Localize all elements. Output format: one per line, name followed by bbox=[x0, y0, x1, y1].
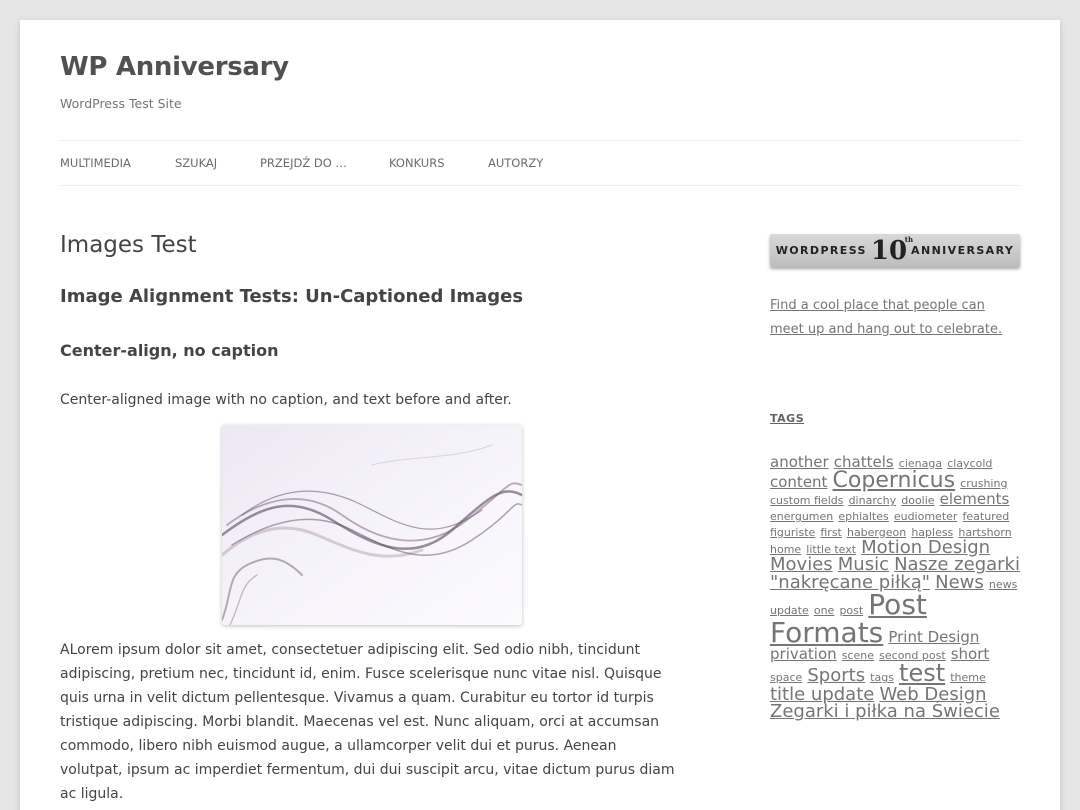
site-title[interactable]: WP Anniversary bbox=[60, 52, 289, 82]
nav-item-przejdz-do[interactable]: Przejdź do … bbox=[260, 156, 347, 170]
tag-link[interactable]: tags bbox=[870, 671, 894, 684]
body-paragraph: ALorem ipsum dolor sit amet, consectetue… bbox=[60, 642, 675, 802]
site-description: WordPress Test Site bbox=[60, 96, 182, 111]
tag-link[interactable]: energumen bbox=[770, 510, 833, 523]
tag-link[interactable]: scene bbox=[842, 649, 874, 662]
tag-link[interactable]: another bbox=[770, 453, 829, 471]
smoke-image bbox=[222, 425, 522, 625]
tag-link[interactable]: custom fields bbox=[770, 494, 843, 507]
post-subheading: Center-align, no caption bbox=[60, 341, 279, 360]
tag-link[interactable]: ephialtes bbox=[838, 510, 888, 523]
tag-link[interactable]: content bbox=[770, 473, 827, 491]
wordpress-anniversary-banner[interactable]: WORDPRESS 10th ANNIVERSARY bbox=[770, 234, 1020, 267]
tag-link[interactable]: dinarchy bbox=[849, 494, 897, 507]
tag-link[interactable]: featured bbox=[963, 510, 1010, 523]
tag-link[interactable]: eudiometer bbox=[894, 510, 958, 523]
tag-link[interactable]: crushing bbox=[960, 477, 1007, 490]
tag-link[interactable]: elements bbox=[940, 490, 1010, 508]
intro-paragraph: Center-aligned image with no caption, an… bbox=[60, 392, 512, 408]
tag-link[interactable]: theme bbox=[950, 671, 986, 684]
badge-text-left: WORDPRESS bbox=[775, 244, 867, 257]
badge-number: 10th bbox=[870, 234, 914, 266]
page-title: Images Test bbox=[60, 232, 197, 258]
tag-link[interactable]: first bbox=[820, 526, 842, 539]
tag-link[interactable]: doolie bbox=[901, 494, 934, 507]
nav-item-konkurs[interactable]: Konkurs bbox=[389, 156, 445, 170]
post-heading: Image Alignment Tests: Un-Captioned Imag… bbox=[60, 286, 524, 307]
tag-link[interactable]: Print Design bbox=[888, 628, 979, 646]
badge-text-right: ANNIVERSARY bbox=[911, 244, 1015, 257]
tag-link[interactable]: Zegarki i piłka na Świecie bbox=[770, 701, 1000, 722]
tag-cloud: another chattels cienaga claycold conten… bbox=[770, 454, 1022, 721]
tag-link[interactable]: short bbox=[951, 645, 990, 663]
main-navigation: Multimedia Szukaj Przejdź do … Konkurs A… bbox=[60, 140, 1020, 186]
tag-link[interactable]: privation bbox=[770, 645, 837, 663]
tag-link[interactable]: space bbox=[770, 671, 802, 684]
nav-item-multimedia[interactable]: Multimedia bbox=[60, 156, 131, 170]
celebrate-link[interactable]: Find a cool place that people can meet u… bbox=[770, 294, 1020, 342]
tag-link[interactable]: News bbox=[935, 572, 984, 593]
site-container: WP Anniversary WordPress Test Site Multi… bbox=[20, 20, 1060, 810]
tags-widget-title: Tags bbox=[770, 412, 805, 425]
nav-item-szukaj[interactable]: Szukaj bbox=[175, 156, 217, 170]
tag-link[interactable]: Copernicus bbox=[833, 468, 956, 493]
tag-link[interactable]: figuriste bbox=[770, 526, 815, 539]
nav-item-autorzy[interactable]: Autorzy bbox=[488, 156, 543, 170]
